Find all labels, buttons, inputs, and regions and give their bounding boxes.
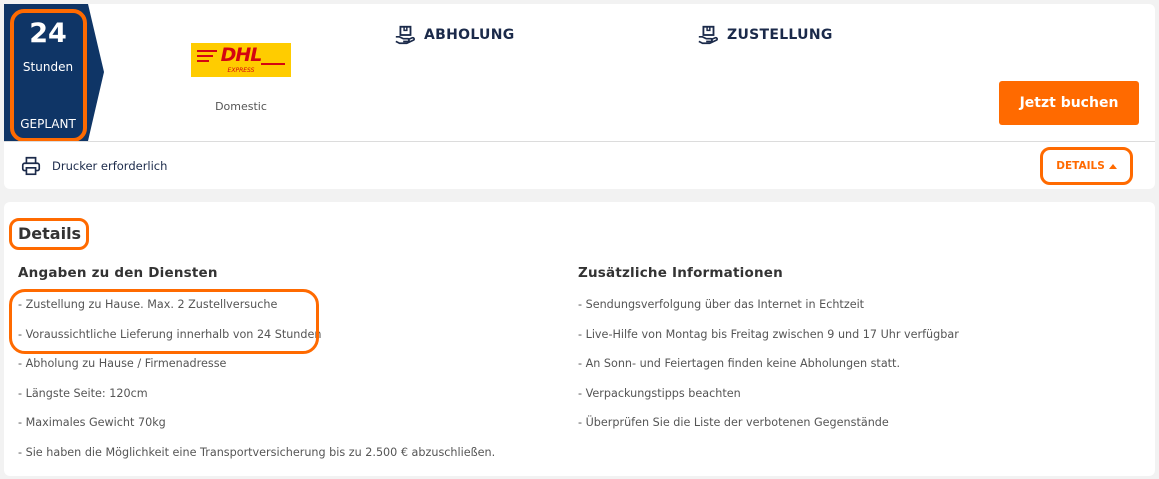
service-type-label: Domestic [215,100,267,113]
list-item: - Maximales Gewicht 70kg [18,416,166,430]
package-hand-icon [698,25,718,45]
list-item: - Abholung zu Hause / Firmenadresse [18,357,227,371]
details-toggle-button[interactable]: DETAILS [1040,147,1133,185]
dhl-logo-subtext: EXPRESS [227,67,255,74]
dhl-logo: DHL EXPRESS [191,43,291,77]
list-item: - Überprüfen Sie die Liste der verbotene… [578,416,889,430]
dhl-logo-text: DHL [220,44,263,66]
list-item: - Sendungsverfolgung über das Internet i… [578,298,865,311]
services-heading: Angaben zu den Diensten [18,265,218,281]
package-hand-icon [395,25,415,45]
delivery-service: ZUSTELLUNG [697,24,833,46]
list-item: - Längste Seite: 120cm [18,386,148,400]
book-now-button[interactable]: Jetzt buchen [999,81,1139,125]
printer-label: Drucker erforderlich [52,159,168,173]
list-item: - Verpackungstipps beachten [578,386,741,400]
pickup-label: ABHOLUNG [424,27,515,43]
pickup-service: ABHOLUNG [394,24,515,46]
details-panel: Details Angaben zu den Diensten - Zustel… [4,202,1155,476]
delivery-time-badge: 24 Stunden GEPLANT [4,4,104,142]
shipping-offer-card: 24 Stunden GEPLANT DHL EXPRESS Domestic … [4,4,1155,189]
delivery-label: ZUSTELLUNG [727,27,833,43]
additional-info-heading: Zusätzliche Informationen [578,265,783,281]
list-item: - Live-Hilfe von Montag bis Freitag zwis… [578,327,959,341]
list-item: - An Sonn- und Feiertagen finden keine A… [578,357,901,371]
details-toggle-label: DETAILS [1056,160,1105,172]
printer-requirement: Drucker erforderlich [20,155,167,177]
caret-up-icon [1108,164,1117,169]
badge-highlight-ring [10,9,87,142]
details-title: Details [18,224,82,243]
printer-icon [21,156,41,176]
services-highlight-ring [9,289,319,354]
list-item: - Sie haben die Möglichkeit eine Transpo… [18,445,496,459]
additional-info-list: - Sendungsverfolgung über das Internet i… [578,298,959,446]
card-divider [4,141,1155,142]
